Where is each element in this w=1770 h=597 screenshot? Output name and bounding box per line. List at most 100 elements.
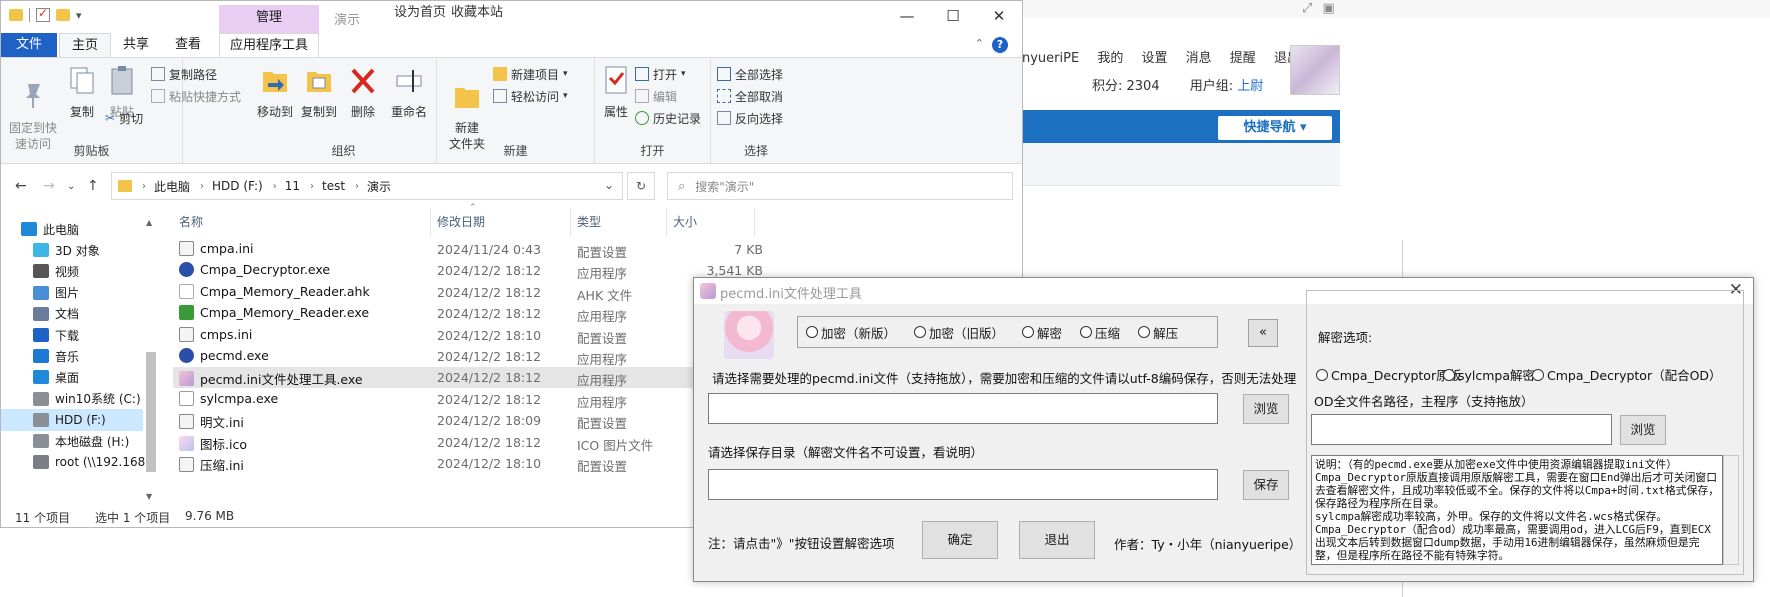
history-button[interactable]: 历史记录 bbox=[635, 108, 701, 128]
fullscreen-icon[interactable]: ⤢ bbox=[1302, 1, 1312, 16]
file-row[interactable]: pecmd.exe 2024/12/2 18:12 应用程序 bbox=[173, 346, 703, 367]
breadcrumb-hdd[interactable]: HDD (F:) bbox=[212, 179, 263, 193]
nav-item[interactable]: win10系统 (C:) bbox=[33, 388, 141, 410]
tab-file[interactable]: 文件 bbox=[1, 33, 57, 57]
invert-selection-button[interactable]: 反向选择 bbox=[717, 108, 783, 128]
new-folder-qat-icon[interactable] bbox=[56, 9, 70, 21]
instructions-textbox[interactable]: 说明：（有的pecmd.exe要从加密exe文件中使用资源编辑器提取ini文件）… bbox=[1311, 455, 1723, 565]
column-header-type[interactable]: 类型 bbox=[571, 208, 667, 236]
nav-item[interactable]: 音乐 bbox=[33, 345, 79, 367]
up-arrow-icon[interactable]: ↑ bbox=[87, 178, 99, 194]
radio-decompress[interactable]: 解压 bbox=[1138, 323, 1178, 342]
column-header-date[interactable]: 修改日期 bbox=[431, 208, 571, 236]
top-link-favorite[interactable]: 收藏本站 bbox=[451, 1, 503, 20]
recent-dropdown-icon[interactable]: ⌄ bbox=[67, 181, 75, 192]
radio-cmpa-original[interactable]: Cmpa_Decryptor原版 bbox=[1316, 365, 1461, 384]
copy-to-button[interactable]: 复制到 bbox=[299, 64, 339, 120]
address-dropdown-icon[interactable]: ⌄ bbox=[604, 178, 614, 192]
save-button[interactable]: 保存 bbox=[1243, 470, 1289, 500]
file-row[interactable]: cmps.ini 2024/12/2 18:10 配置设置 bbox=[173, 325, 703, 346]
pin-quick-access-button[interactable]: 固定到快 速访问 bbox=[7, 64, 59, 152]
radio-compress[interactable]: 压缩 bbox=[1080, 323, 1120, 342]
breadcrumb-current[interactable]: 演示 bbox=[367, 178, 391, 195]
nav-item[interactable]: 视频 bbox=[33, 260, 79, 282]
file-row[interactable]: 图标.ico 2024/12/2 18:12 ICO 图片文件 bbox=[173, 432, 703, 453]
search-input[interactable]: ⌕ 搜索"演示" bbox=[667, 172, 1013, 200]
tab-home[interactable]: 主页 bbox=[59, 33, 111, 57]
instructions-scrollbar[interactable] bbox=[1723, 455, 1739, 565]
file-row[interactable]: 明文.ini 2024/12/2 18:09 配置设置 bbox=[173, 410, 703, 431]
tab-view[interactable]: 查看 bbox=[165, 33, 211, 57]
file-row[interactable]: pecmd.ini文件处理工具.exe 2024/12/2 18:12 应用程序 bbox=[173, 367, 703, 389]
nav-item[interactable]: HDD (F:) bbox=[1, 408, 143, 431]
paste-shortcut-button[interactable]: 粘贴快捷方式 bbox=[151, 86, 241, 106]
nav-item[interactable]: 桌面 bbox=[33, 366, 79, 388]
file-row[interactable]: 压缩.ini 2024/12/2 18:10 配置设置 bbox=[173, 453, 703, 474]
source-file-input[interactable] bbox=[708, 393, 1218, 424]
avatar[interactable] bbox=[1290, 45, 1340, 95]
new-item-button[interactable]: 新建项目 ▾ bbox=[493, 64, 568, 84]
forward-arrow-icon[interactable]: → bbox=[43, 178, 55, 194]
column-header-name[interactable]: 名称 bbox=[173, 208, 431, 236]
file-row[interactable]: Cmpa_Memory_Reader.ahk 2024/12/2 18:12 AHK… bbox=[173, 282, 703, 303]
nav-item[interactable]: 文档 bbox=[33, 303, 79, 325]
copy-button[interactable]: 复制 bbox=[65, 64, 99, 120]
user-link-name[interactable]: nyueriPE bbox=[1022, 51, 1079, 66]
column-header-size[interactable]: 大小 bbox=[667, 208, 755, 236]
user-link-settings[interactable]: 设置 bbox=[1141, 51, 1167, 66]
user-link-mine[interactable]: 我的 bbox=[1097, 51, 1123, 66]
new-folder-button[interactable]: 新建 文件夹 bbox=[445, 64, 489, 152]
nav-item[interactable]: 图片 bbox=[33, 282, 79, 304]
points-label[interactable]: 积分: 2304 bbox=[1092, 79, 1160, 94]
file-row[interactable]: sylcmpa.exe 2024/12/2 18:12 应用程序 bbox=[173, 389, 703, 410]
help-icon[interactable]: ? bbox=[992, 37, 1008, 53]
top-link-homepage[interactable]: 设为首页 bbox=[394, 1, 446, 20]
group-value[interactable]: 上尉 bbox=[1237, 79, 1263, 94]
tab-share[interactable]: 共享 bbox=[115, 33, 157, 57]
file-row[interactable]: Cmpa_Memory_Reader.exe 2024/12/2 18:12 应用程… bbox=[173, 303, 703, 324]
browse-source-button[interactable]: 浏览 bbox=[1243, 394, 1289, 424]
radio-encrypt-new[interactable]: 加密（新版） bbox=[806, 323, 896, 342]
nav-item[interactable]: root (\\192.168 bbox=[33, 451, 145, 473]
ok-button[interactable]: 确定 bbox=[922, 521, 998, 559]
nav-item[interactable]: 下载 bbox=[33, 324, 79, 346]
address-bar[interactable]: › 此电脑 › HDD (F:) › 11 › test › 演示 ⌄ bbox=[111, 172, 623, 200]
select-all-button[interactable]: 全部选择 bbox=[717, 64, 783, 84]
refresh-button[interactable]: ↻ bbox=[627, 172, 655, 200]
exit-button[interactable]: 退出 bbox=[1019, 521, 1095, 559]
nav-item[interactable]: 本地磁盘 (H:) bbox=[33, 430, 129, 452]
nav-item[interactable]: 3D 对象 bbox=[33, 239, 100, 261]
breadcrumb-this-pc[interactable]: 此电脑 bbox=[154, 178, 190, 195]
expand-options-button[interactable]: « bbox=[1248, 319, 1278, 347]
tab-app-tools[interactable]: 应用程序工具 bbox=[219, 33, 319, 57]
easy-access-button[interactable]: 轻松访问 ▾ bbox=[493, 86, 568, 106]
close-button[interactable]: ✕ bbox=[976, 1, 1022, 31]
radio-sylcmpa[interactable]: sylcmpa解密 bbox=[1443, 365, 1535, 384]
properties-button[interactable]: 属性 bbox=[599, 64, 633, 120]
move-to-button[interactable]: 移动到 bbox=[255, 64, 295, 120]
copy-path-button[interactable]: 复制路径 bbox=[151, 64, 217, 84]
nav-item[interactable]: 此电脑 bbox=[21, 218, 79, 240]
breadcrumb-11[interactable]: 11 bbox=[285, 179, 300, 193]
select-none-button[interactable]: 全部取消 bbox=[717, 86, 783, 106]
properties-qat-icon[interactable] bbox=[36, 6, 50, 22]
nav-scrollbar[interactable]: ▲ ▼ bbox=[144, 212, 158, 502]
user-link-messages[interactable]: 消息 bbox=[1186, 51, 1212, 66]
minimize-button[interactable]: — bbox=[884, 1, 930, 31]
breadcrumb-test[interactable]: test bbox=[322, 179, 345, 193]
user-link-reminders[interactable]: 提醒 bbox=[1230, 51, 1256, 66]
radio-decrypt[interactable]: 解密 bbox=[1022, 323, 1062, 342]
od-path-input[interactable] bbox=[1311, 414, 1612, 445]
save-dir-input[interactable] bbox=[708, 469, 1218, 500]
qat-dropdown-icon[interactable]: ▾ bbox=[76, 9, 82, 22]
radio-cmpa-od[interactable]: Cmpa_Decryptor（配合OD） bbox=[1532, 365, 1722, 384]
context-tab-manage[interactable]: 管理 bbox=[219, 5, 319, 33]
quick-nav-button[interactable]: 快捷导航 ▾ bbox=[1218, 116, 1332, 140]
skin-icon[interactable]: ▣ bbox=[1323, 1, 1335, 16]
delete-button[interactable]: 删除 bbox=[347, 64, 379, 120]
rename-button[interactable]: 重命名 bbox=[387, 64, 431, 120]
maximize-button[interactable]: ☐ bbox=[930, 1, 976, 31]
file-row[interactable]: cmpa.ini 2024/11/24 0:43 配置设置 7 KB bbox=[173, 239, 763, 260]
file-row[interactable]: Cmpa_Decryptor.exe 2024/12/2 18:12 应用程序 3,5… bbox=[173, 260, 763, 281]
collapse-ribbon-icon[interactable]: ⌃ bbox=[975, 37, 984, 53]
